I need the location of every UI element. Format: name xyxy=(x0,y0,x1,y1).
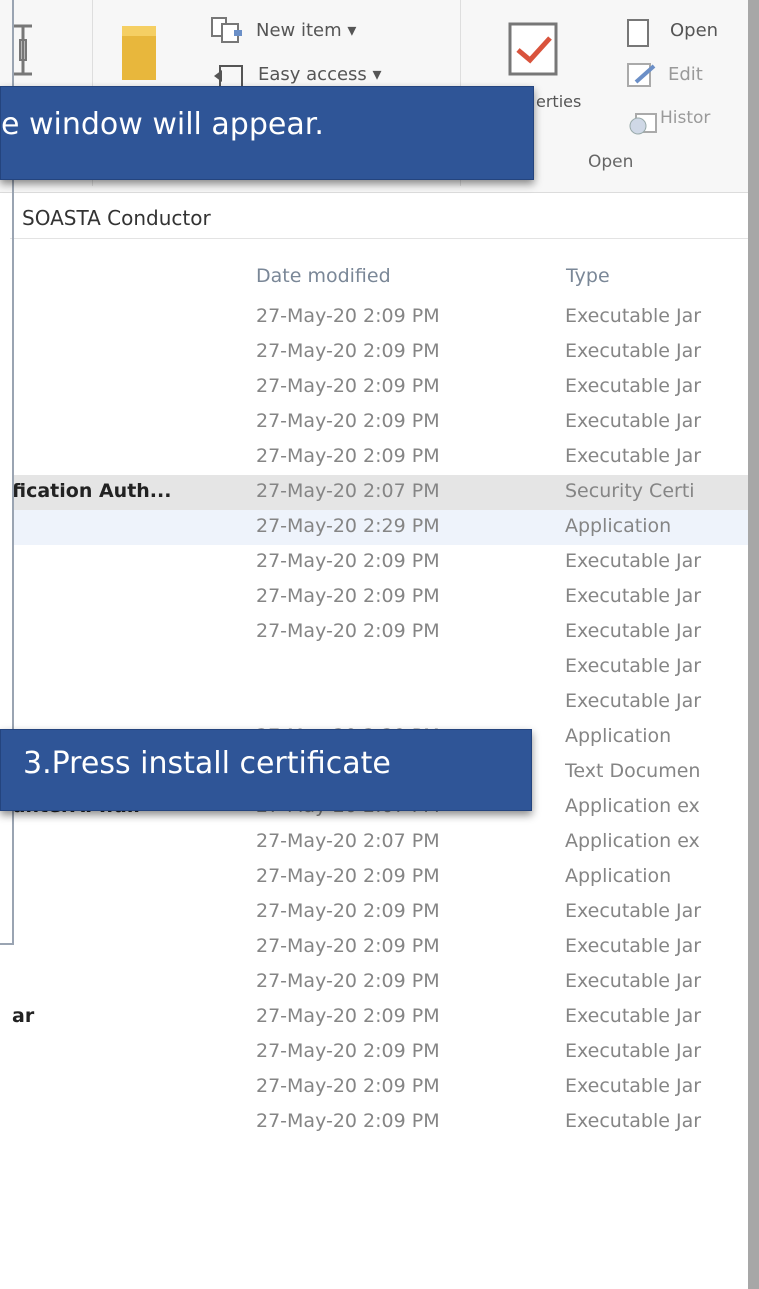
file-type: Executable Jar xyxy=(565,620,702,642)
easy-access-button[interactable]: Easy access ▾ xyxy=(258,64,382,85)
column-header-date[interactable]: Date modified xyxy=(256,265,391,287)
file-type: Application xyxy=(565,725,672,747)
address-path: SOASTA Conductor xyxy=(22,206,211,230)
file-date: 27-May-20 2:09 PM xyxy=(256,340,440,362)
file-type: Executable Jar xyxy=(565,445,702,467)
file-row[interactable]: 27-May-20 2:09 PM Executable Jar xyxy=(12,895,748,930)
file-date: 27-May-20 2:09 PM xyxy=(256,585,440,607)
new-item-button[interactable]: New item ▾ xyxy=(256,20,356,41)
file-date: 27-May-20 2:29 PM xyxy=(256,515,440,537)
file-date: 27-May-20 2:09 PM xyxy=(256,375,440,397)
file-date: 27-May-20 2:09 PM xyxy=(256,410,440,432)
callout-window-appear-text: e window will appear. xyxy=(1,107,324,142)
file-row[interactable]: fication Auth... 27-May-20 2:07 PM Securit… xyxy=(12,475,748,510)
file-type: Executable Jar xyxy=(565,375,702,397)
callout-window-appear: e window will appear. xyxy=(0,86,534,180)
file-type: Application xyxy=(565,865,672,887)
file-row[interactable]: 27-May-20 2:09 PM Executable Jar xyxy=(12,300,748,335)
file-type: Executable Jar xyxy=(565,1075,702,1097)
file-name: fication Auth... xyxy=(12,480,172,502)
file-date: 27-May-20 2:09 PM xyxy=(256,935,440,957)
file-row[interactable]: 27-May-20 2:09 PM Executable Jar xyxy=(12,930,748,965)
file-type: Executable Jar xyxy=(565,585,702,607)
file-date: 27-May-20 2:09 PM xyxy=(256,1005,440,1027)
file-row[interactable]: 27-May-20 2:09 PM Executable Jar xyxy=(12,580,748,615)
file-row[interactable]: 27-May-20 2:09 PM Executable Jar xyxy=(12,965,748,1000)
dialog-edge-bottom xyxy=(0,943,12,945)
file-date: 27-May-20 2:07 PM xyxy=(256,480,440,502)
open-group-label: Open xyxy=(588,152,634,172)
file-type: Executable Jar xyxy=(565,1040,702,1062)
address-bar[interactable]: SOASTA Conductor xyxy=(10,198,748,239)
file-type: Executable Jar xyxy=(565,1110,702,1132)
file-row[interactable]: 27-May-20 2:09 PM Executable Jar xyxy=(12,440,748,475)
file-date: 27-May-20 2:09 PM xyxy=(256,550,440,572)
file-type: Executable Jar xyxy=(565,655,702,677)
file-type: Security Certi xyxy=(565,480,695,502)
file-type: Executable Jar xyxy=(565,340,702,362)
file-date: 27-May-20 2:09 PM xyxy=(256,1040,440,1062)
file-date: 27-May-20 2:09 PM xyxy=(256,445,440,467)
callout-install-certificate: 3.Press install certificate xyxy=(0,729,532,811)
file-type: Executable Jar xyxy=(565,935,702,957)
properties-checkmark-icon[interactable] xyxy=(506,20,562,80)
file-row[interactable]: 27-May-20 2:09 PM Executable Jar xyxy=(12,370,748,405)
open-button[interactable]: Open xyxy=(670,20,718,41)
file-type: Executable Jar xyxy=(565,690,702,712)
open-icon[interactable] xyxy=(624,18,654,50)
file-row[interactable]: 27-May-20 2:09 PM Executable Jar xyxy=(12,1070,748,1105)
callout-install-certificate-text: 3.Press install certificate xyxy=(23,746,391,781)
file-type: Executable Jar xyxy=(565,970,702,992)
file-date: 27-May-20 2:09 PM xyxy=(256,620,440,642)
file-date: 27-May-20 2:09 PM xyxy=(256,900,440,922)
file-row[interactable]: 27-May-20 2:09 PM Executable Jar xyxy=(12,335,748,370)
file-date: 27-May-20 2:07 PM xyxy=(256,830,440,852)
edit-icon[interactable] xyxy=(624,60,660,90)
file-row[interactable]: 27-May-20 2:09 PM Executable Jar xyxy=(12,1105,748,1140)
file-row[interactable]: 27-May-20 2:09 PM Application xyxy=(12,860,748,895)
file-row[interactable]: 27-May-20 2:09 PM Executable Jar xyxy=(12,545,748,580)
file-row[interactable]: 27-May-20 2:09 PM Executable Jar xyxy=(12,615,748,650)
file-name: ar xyxy=(12,1005,35,1027)
folder-icon[interactable] xyxy=(116,20,166,84)
file-type: Executable Jar xyxy=(565,305,702,327)
file-date: 27-May-20 2:09 PM xyxy=(256,305,440,327)
new-item-icon[interactable] xyxy=(208,16,248,46)
edit-button[interactable]: Edit xyxy=(668,64,703,85)
file-type: Application ex xyxy=(565,830,700,852)
file-type: Application xyxy=(565,515,672,537)
file-row[interactable]: Executable Jar xyxy=(12,650,748,685)
file-type: Executable Jar xyxy=(565,550,702,572)
file-date: 27-May-20 2:09 PM xyxy=(256,865,440,887)
file-row[interactable]: 27-May-20 2:07 PM Application ex xyxy=(12,825,748,860)
file-type: Executable Jar xyxy=(565,900,702,922)
file-row[interactable]: ar 27-May-20 2:09 PM Executable Jar xyxy=(12,1000,748,1035)
file-date: 27-May-20 2:09 PM xyxy=(256,970,440,992)
file-type: Application ex xyxy=(565,795,700,817)
column-header-type[interactable]: Type xyxy=(566,265,610,287)
file-row[interactable]: 27-May-20 2:09 PM Executable Jar xyxy=(12,1035,748,1070)
file-type: Executable Jar xyxy=(565,410,702,432)
file-date: 27-May-20 2:09 PM xyxy=(256,1075,440,1097)
file-row[interactable]: 27-May-20 2:29 PM Application xyxy=(12,510,748,545)
history-button[interactable]: Histor xyxy=(660,108,710,128)
file-row[interactable]: Executable Jar xyxy=(12,685,748,720)
file-row[interactable]: 27-May-20 2:09 PM Executable Jar xyxy=(12,405,748,440)
file-type: Executable Jar xyxy=(565,1005,702,1027)
window-edge xyxy=(748,0,759,1289)
file-date: 27-May-20 2:09 PM xyxy=(256,1110,440,1132)
history-icon[interactable] xyxy=(624,108,664,138)
file-type: Text Documen xyxy=(565,760,701,782)
properties-button[interactable]: erties xyxy=(536,92,581,111)
